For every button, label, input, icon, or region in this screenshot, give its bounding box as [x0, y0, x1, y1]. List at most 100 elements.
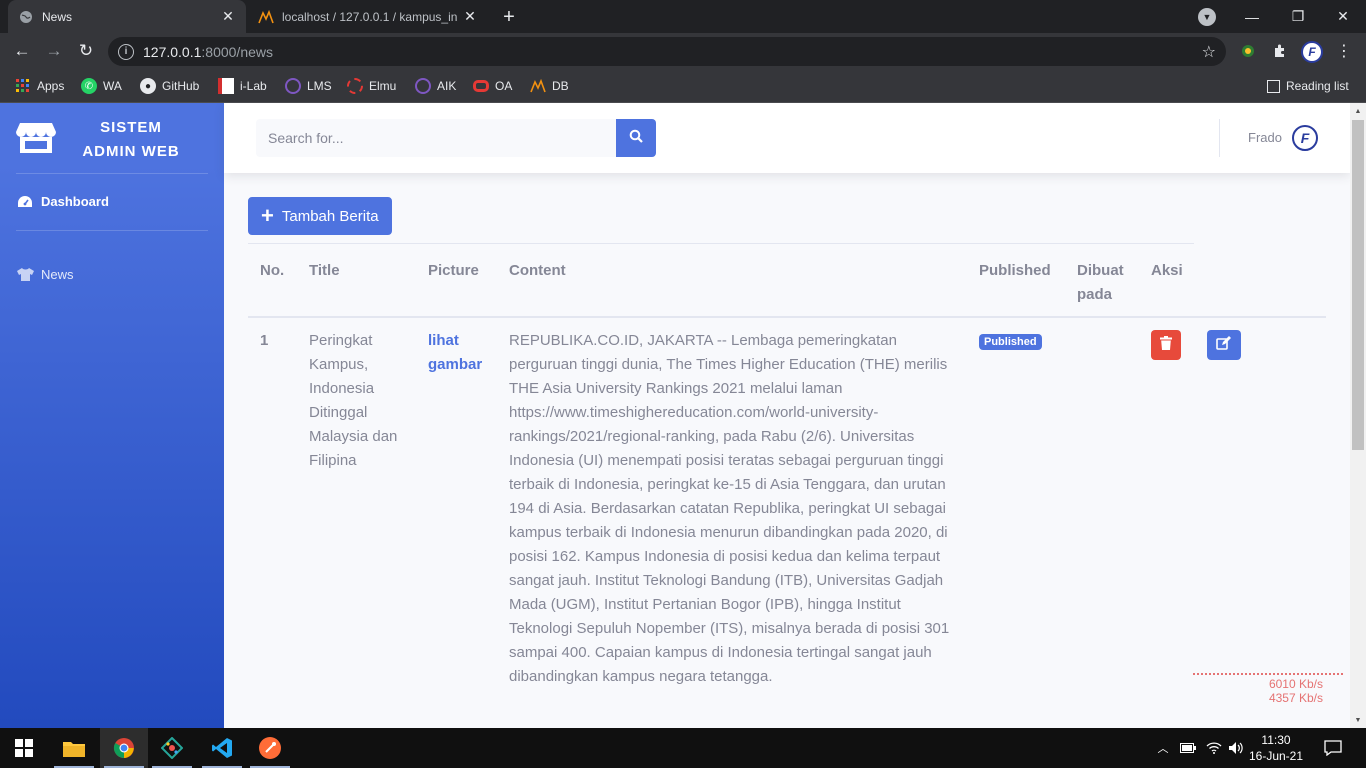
user-avatar[interactable]: F	[1292, 125, 1318, 151]
battery-icon[interactable]	[1178, 728, 1198, 768]
topbar: Frado F	[224, 103, 1350, 173]
upload-rate: 4357 Kb/s	[1268, 691, 1323, 705]
new-tab-button[interactable]: +	[498, 6, 520, 28]
aik-icon	[415, 78, 431, 94]
close-window-button[interactable]: ✕	[1320, 0, 1366, 33]
oracle-icon	[473, 80, 489, 92]
sidebar-item-dashboard[interactable]: Dashboard	[16, 194, 109, 209]
sidebar-item-news[interactable]: News	[16, 267, 74, 282]
reading-list-icon	[1267, 79, 1280, 93]
bookmark-label: LMS	[307, 79, 332, 93]
restore-button[interactable]: ❐	[1275, 0, 1321, 33]
sidebar-divider	[16, 173, 208, 174]
cell-title: Peringkat Kampus, Indonesia Ditinggal Ma…	[309, 332, 398, 469]
trash-icon	[1160, 335, 1172, 355]
forward-button[interactable]: →	[41, 38, 67, 64]
browser-toolbar: ← → ↻ i 127.0.0.1:8000/news ☆ ⋮	[0, 33, 1366, 70]
bookmark-star-icon[interactable]: ☆	[1202, 42, 1216, 62]
close-tab-icon[interactable]: ✕	[220, 8, 236, 25]
windows-start-button[interactable]	[0, 728, 48, 768]
add-news-button[interactable]: + Tambah Berita	[248, 197, 392, 235]
extension-icon[interactable]	[1238, 41, 1258, 61]
gitkraken-icon[interactable]	[148, 728, 196, 768]
back-button[interactable]: ←	[9, 38, 35, 64]
column-header-title: Title	[309, 262, 340, 279]
reading-list-label: Reading list	[1286, 79, 1349, 93]
column-header-no: No.	[260, 262, 285, 279]
minimize-button[interactable]: —	[1229, 0, 1275, 33]
edit-button[interactable]	[1207, 330, 1241, 360]
network-monitor: 6010 Kb/s 4357 Kb/s	[1193, 673, 1343, 705]
close-tab-icon[interactable]: ✕	[462, 8, 478, 25]
system-clock[interactable]: 11:30 16-Jun-21	[1248, 732, 1304, 764]
table-header-border	[248, 316, 1326, 318]
search-icon	[629, 129, 643, 148]
tab-news[interactable]: News ✕	[8, 0, 246, 33]
page-viewport: SISTEM ADMIN WEB Dashboard News Fra	[0, 103, 1366, 728]
tachometer-icon	[16, 195, 34, 209]
sidebar-brand[interactable]: SISTEM ADMIN WEB	[0, 103, 224, 173]
url-path: :8000/news	[201, 43, 273, 60]
chrome-menu-icon[interactable]: ⋮	[1334, 41, 1354, 61]
bookmark-ilab[interactable]: i-Lab	[218, 77, 267, 95]
bookmark-wa[interactable]: ✆ WA	[81, 77, 122, 95]
bookmark-label: WA	[103, 79, 122, 93]
column-header-actions: Aksi	[1151, 262, 1183, 279]
user-name[interactable]: Frado	[1248, 130, 1282, 145]
vscode-icon[interactable]	[198, 728, 246, 768]
download-rate: 6010 Kb/s	[1268, 677, 1323, 691]
bookmark-oa[interactable]: OA	[473, 77, 512, 95]
view-picture-link[interactable]: lihat gambar	[428, 329, 494, 377]
scrollbar-thumb[interactable]	[1352, 120, 1364, 450]
chrome-taskbar-icon[interactable]	[100, 728, 148, 768]
bookmark-github[interactable]: ● GitHub	[140, 77, 199, 95]
reading-list[interactable]: Reading list	[1267, 77, 1349, 95]
notifications-icon[interactable]	[1320, 728, 1346, 768]
tray-overflow-icon[interactable]: ︿	[1154, 728, 1172, 768]
column-header-created: Dibuat pada	[1077, 262, 1124, 303]
volume-icon[interactable]	[1226, 728, 1246, 768]
search-input[interactable]	[256, 119, 616, 157]
bookmark-label: Elmu	[369, 79, 397, 93]
profile-avatar-icon[interactable]: F	[1301, 41, 1323, 63]
apps-grid-icon	[15, 78, 31, 94]
clock-date: 16-Jun-21	[1248, 749, 1304, 763]
search-button[interactable]	[616, 119, 656, 157]
bookmark-db[interactable]: DB	[530, 77, 569, 95]
status-badge: Published	[979, 334, 1042, 350]
bookmark-apps[interactable]: Apps	[15, 77, 64, 95]
scroll-down-icon[interactable]: ▼	[1350, 712, 1366, 728]
site-info-icon[interactable]: i	[118, 43, 134, 60]
postman-icon[interactable]	[246, 728, 294, 768]
tab-phpmyadmin[interactable]: localhost / 127.0.0.1 / kampus_in ✕	[248, 0, 488, 33]
file-explorer-icon[interactable]	[50, 728, 98, 768]
scroll-up-icon[interactable]: ▲	[1350, 103, 1366, 119]
bookmark-label: i-Lab	[240, 79, 267, 93]
wifi-icon[interactable]	[1204, 728, 1224, 768]
tab-title: News	[42, 9, 73, 24]
brand-title: SISTEM ADMIN WEB	[70, 116, 192, 164]
bookmarks-bar: Apps ✆ WA ● GitHub i-Lab LMS Elmu AIK OA…	[0, 70, 1366, 103]
tab-title: localhost / 127.0.0.1 / kampus_in	[282, 9, 458, 24]
bookmark-aik[interactable]: AIK	[415, 77, 456, 95]
bookmark-lms[interactable]: LMS	[285, 77, 332, 95]
sidebar-divider	[16, 230, 208, 231]
puzzle-extensions-icon[interactable]	[1270, 41, 1290, 61]
brand-line2: ADMIN WEB	[82, 143, 180, 160]
address-bar[interactable]: i 127.0.0.1:8000/news ☆	[108, 37, 1226, 66]
ilab-icon	[218, 78, 234, 94]
column-header-picture: Picture	[428, 262, 479, 279]
page-scrollbar[interactable]: ▲ ▼	[1350, 103, 1366, 728]
sidebar: SISTEM ADMIN WEB Dashboard News	[0, 103, 224, 728]
reload-button[interactable]: ↻	[73, 38, 99, 64]
bookmark-label: OA	[495, 79, 513, 93]
tshirt-icon	[16, 268, 34, 282]
cell-no: 1	[260, 332, 269, 349]
tab-search-icon[interactable]: ▼	[1198, 8, 1216, 26]
bookmark-elmu[interactable]: Elmu	[347, 77, 396, 95]
plus-icon: +	[261, 203, 274, 228]
delete-button[interactable]	[1151, 330, 1181, 360]
github-icon: ●	[140, 78, 156, 94]
sidebar-item-label: Dashboard	[41, 194, 109, 209]
phpmyadmin-icon	[258, 9, 274, 25]
